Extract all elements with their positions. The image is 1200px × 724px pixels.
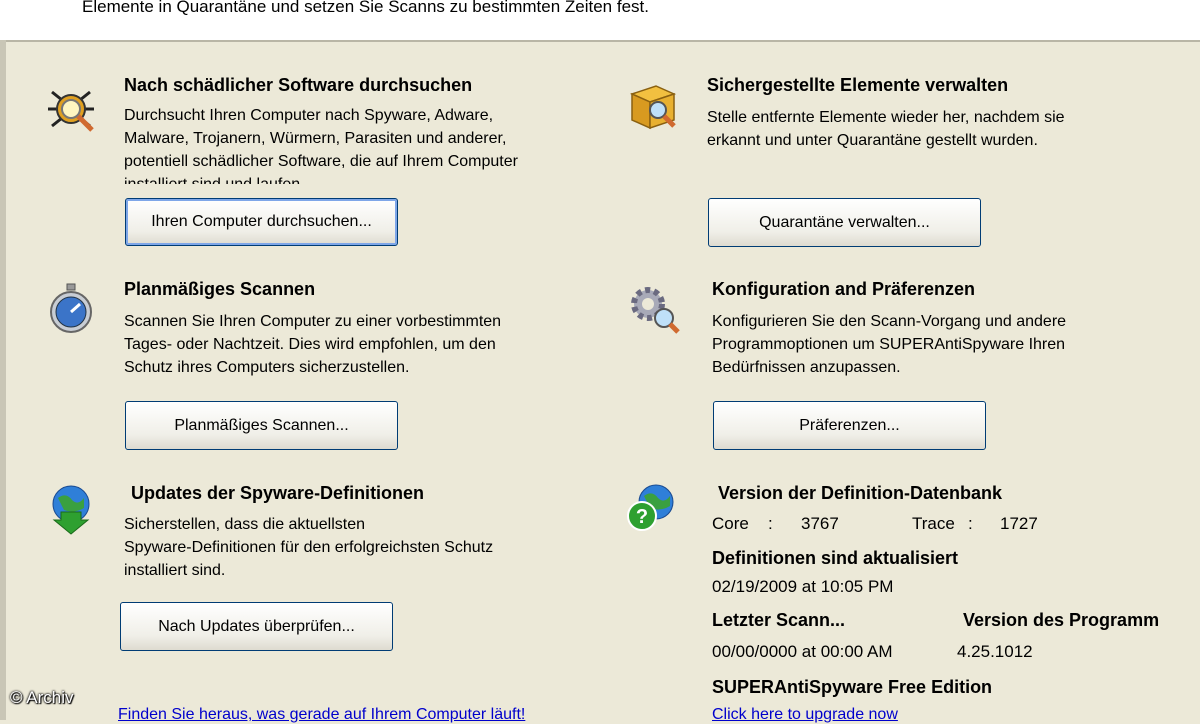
last-scan-value: 00/00/0000 at 00:00 AM [712, 642, 893, 661]
definition-version-title: Version der Definition-Datenbank [718, 483, 1003, 503]
last-scan-title: Letzter Scann... [712, 610, 846, 630]
running-processes-link[interactable]: Finden Sie heraus, was gerade auf Ihrem … [118, 706, 525, 724]
left-border [0, 40, 6, 720]
config-description: Konfigurieren Sie den Scann-Vorgang und … [712, 310, 1066, 379]
scan-description-line: installiert sind und laufen. [124, 173, 518, 184]
bug-scan-icon [48, 90, 94, 132]
schedule-description-line: Scannen Sie Ihren Computer zu einer vorb… [124, 313, 502, 330]
schedule-description-line: Tages- oder Nachtzeit. Dies wird empfohl… [124, 336, 496, 353]
stopwatch-icon [50, 283, 92, 333]
config-title: Konfiguration and Präferenzen [712, 279, 976, 299]
core-value: 3767 [801, 514, 839, 533]
config-description-line: Konfigurieren Sie den Scann-Vorgang und … [712, 313, 1067, 330]
trace-value: 1727 [1000, 514, 1038, 533]
scheduled-scan-button[interactable]: Planmäßiges Scannen... [125, 401, 398, 450]
quarantine-description-line: erkannt und unter Quarantäne gestellt wu… [707, 132, 1038, 149]
definitions-status-title: Definitionen sind aktualisiert [712, 548, 959, 568]
core-label: Core [712, 514, 749, 533]
svg-text:?: ? [636, 506, 648, 528]
scan-computer-button[interactable]: Ihren Computer durchsuchen... [125, 198, 398, 246]
scan-description-line: potentiell schädlicher Software, die auf… [124, 153, 518, 170]
preferences-button[interactable]: Präferenzen... [713, 401, 986, 450]
schedule-description: Scannen Sie Ihren Computer zu einer vorb… [124, 310, 501, 379]
updates-description-line: Spyware-Definitionen für den erfolgreich… [124, 539, 494, 556]
quarantine-title: Sichergestellte Elemente verwalten [707, 75, 1009, 95]
trace-label: Trace [912, 514, 955, 533]
updates-description-line: Sicherstellen, dass die aktuellsten [124, 516, 366, 533]
updates-description-line: installiert sind. [124, 562, 226, 579]
scan-description-line: Durchsucht Ihren Computer nach Spyware, … [124, 107, 494, 124]
check-updates-button[interactable]: Nach Updates überprüfen... [120, 602, 393, 651]
gears-icon [631, 287, 680, 334]
trace-separator: : [968, 514, 973, 533]
edition-label: SUPERAntiSpyware Free Edition [712, 677, 993, 697]
config-description-line: Bedürfnissen anzupassen. [712, 359, 901, 376]
scan-description: Durchsucht Ihren Computer nach Spyware, … [124, 104, 518, 184]
intro-text: Elemente in Quarantäne und setzen Sie Sc… [82, 0, 649, 16]
scan-description-line: Malware, Trojanern, Würmern, Parasiten u… [124, 130, 507, 147]
program-version-value: 4.25.1012 [957, 642, 1033, 661]
core-separator: : [768, 514, 773, 533]
header-panel: Elemente in Quarantäne und setzen Sie Sc… [0, 0, 1200, 42]
config-description-line: Programmoptionen um SUPERAntiSpyware Ihr… [712, 336, 1066, 353]
manage-quarantine-button[interactable]: Quarantäne verwalten... [708, 198, 981, 247]
schedule-title: Planmäßiges Scannen [124, 279, 316, 299]
upgrade-link[interactable]: Click here to upgrade now [712, 706, 898, 724]
updates-description: Sicherstellen, dass die aktuellsten Spyw… [124, 513, 493, 582]
definitions-date: 02/19/2009 at 10:05 PM [712, 577, 894, 596]
globe-help-icon: ? [627, 484, 674, 531]
archive-watermark: © Archiv [10, 688, 74, 707]
program-version-title: Version des Programm [963, 610, 1160, 630]
schedule-description-line: Schutz ihres Computers sicherzustellen. [124, 359, 410, 376]
quarantine-description: Stelle entfernte Elemente wieder her, na… [707, 106, 1065, 152]
globe-download-icon [52, 485, 90, 535]
quarantine-description-line: Stelle entfernte Elemente wieder her, na… [707, 109, 1065, 126]
updates-title: Updates der Spyware-Definitionen [131, 483, 425, 503]
scan-title: Nach schädlicher Software durchsuchen [124, 75, 473, 95]
quarantine-box-icon [629, 85, 677, 130]
